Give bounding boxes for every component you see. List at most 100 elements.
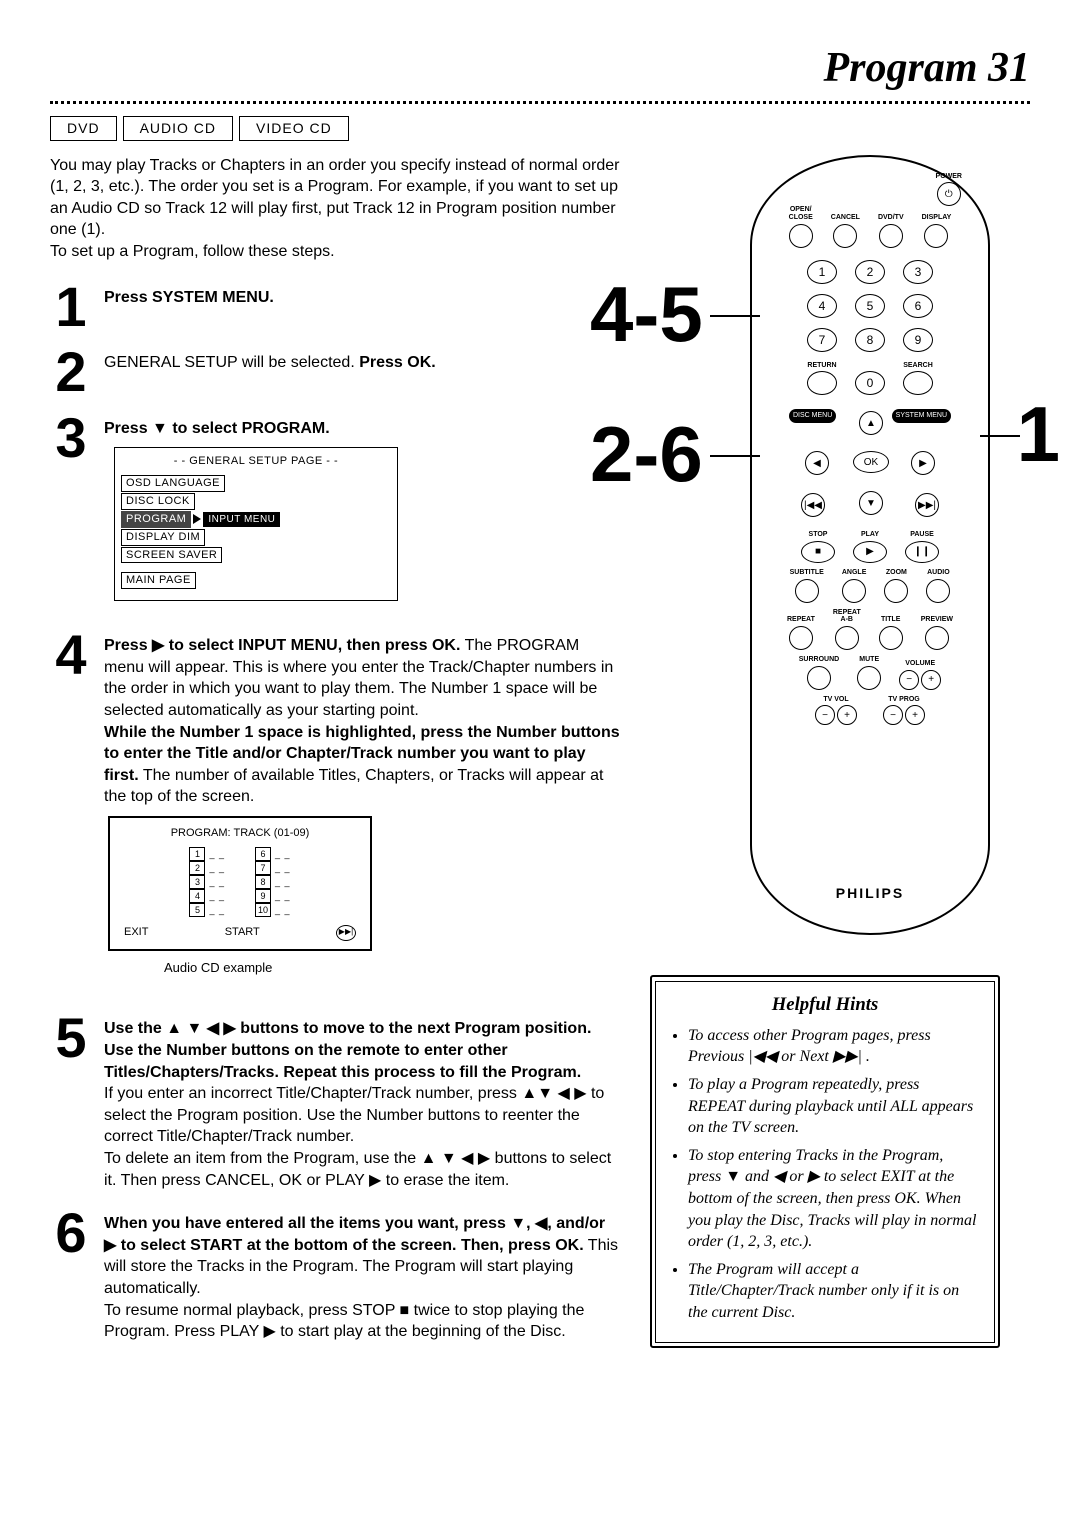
step-body: Press SYSTEM MENU. bbox=[104, 289, 274, 306]
mute-button bbox=[857, 666, 881, 690]
btn-label: VOLUME bbox=[905, 660, 935, 668]
btn-label: REPEAT A-B bbox=[833, 609, 861, 624]
left-arrow-icon: ◀ bbox=[805, 451, 829, 475]
slot-num: 9 bbox=[255, 889, 271, 903]
hints-title: Helpful Hints bbox=[670, 992, 980, 1017]
step-number: 2 bbox=[50, 348, 92, 396]
slot-num: 7 bbox=[255, 861, 271, 875]
osd-header: - - GENERAL SETUP PAGE - - bbox=[121, 454, 391, 469]
slot-num: 6 bbox=[255, 847, 271, 861]
repeat-button bbox=[789, 626, 813, 650]
return-button bbox=[807, 371, 837, 395]
osd-panel: - - GENERAL SETUP PAGE - - OSD LANGUAGE … bbox=[114, 447, 398, 601]
tvprog-label: TV PROG bbox=[888, 696, 920, 704]
disc-menu-label: DISC MENU bbox=[789, 409, 836, 422]
media-tags: DVD AUDIO CD VIDEO CD bbox=[50, 116, 1030, 141]
instructions-column: You may play Tracks or Chapters in an or… bbox=[50, 155, 620, 1361]
tvprog-down-button: − bbox=[883, 705, 903, 725]
hint-item: To play a Program repeatedly, press REPE… bbox=[688, 1074, 980, 1139]
num-button: 7 bbox=[807, 328, 837, 352]
slot-num: 8 bbox=[255, 875, 271, 889]
search-button bbox=[903, 371, 933, 395]
btn-label: TITLE bbox=[881, 616, 900, 624]
slot-num: 10 bbox=[255, 903, 271, 917]
btn-label: MUTE bbox=[859, 656, 879, 664]
btn-label: PREVIEW bbox=[921, 616, 953, 624]
osd-item: DISPLAY DIM bbox=[121, 529, 205, 546]
step-number: 3 bbox=[50, 414, 92, 462]
repeat-ab-button bbox=[835, 626, 859, 650]
surround-button bbox=[807, 666, 831, 690]
step-text: To resume normal playback, press STOP ■ … bbox=[104, 1302, 584, 1341]
num-button: 8 bbox=[855, 328, 885, 352]
osd-item: OSD LANGUAGE bbox=[121, 475, 225, 492]
vol-down-button: − bbox=[899, 670, 919, 690]
audio-button bbox=[926, 579, 950, 603]
btn-label: OPEN/ CLOSE bbox=[789, 206, 813, 221]
btn-label: CANCEL bbox=[831, 214, 860, 222]
num-button: 4 bbox=[807, 294, 837, 318]
step-text: GENERAL SETUP will be selected. bbox=[104, 354, 359, 371]
step-bold: Press ▶ to select INPUT MENU, then press… bbox=[104, 637, 460, 654]
slot-num: 5 bbox=[189, 903, 205, 917]
step-4: 4 Press ▶ to select INPUT MENU, then pre… bbox=[50, 631, 620, 996]
down-arrow-icon: ▼ bbox=[859, 491, 883, 515]
display-button bbox=[924, 224, 948, 248]
prev-icon: |◀◀ bbox=[801, 493, 825, 517]
dpad: DISC MENU SYSTEM MENU ▲ ◀ OK ▶ ▼ |◀◀ ▶▶| bbox=[795, 413, 945, 513]
pause-label: PAUSE bbox=[910, 531, 934, 539]
angle-button bbox=[842, 579, 866, 603]
play-label: PLAY bbox=[861, 531, 879, 539]
slot-num: 1 bbox=[189, 847, 205, 861]
zoom-button bbox=[884, 579, 908, 603]
brand-logo: PHILIPS bbox=[836, 884, 904, 903]
search-label: SEARCH bbox=[903, 362, 933, 370]
tvvol-up-button: + bbox=[837, 705, 857, 725]
btn-label: ZOOM bbox=[886, 569, 907, 577]
step-number: 5 bbox=[50, 1014, 92, 1062]
num-button: 0 bbox=[855, 371, 885, 395]
step-5: 5 Use the ▲ ▼ ◀ ▶ buttons to move to the… bbox=[50, 1014, 620, 1191]
open-close-button bbox=[789, 224, 813, 248]
btn-label: SURROUND bbox=[799, 656, 839, 664]
title-button bbox=[879, 626, 903, 650]
up-arrow-icon: ▲ bbox=[859, 411, 883, 435]
power-icon: ⏻ bbox=[937, 182, 961, 206]
step-number: 1 bbox=[50, 283, 92, 331]
hint-item: To stop entering Tracks in the Program, … bbox=[688, 1145, 980, 1253]
remote-column: 4-5 2-6 1 POWER ⏻ OPEN/ CLOSE CANCEL DVD… bbox=[650, 155, 1030, 1361]
program-start: START bbox=[225, 925, 260, 940]
step-6: 6 When you have entered all the items yo… bbox=[50, 1209, 620, 1343]
step-bold: Press ▼ to select PROGRAM. bbox=[104, 420, 330, 437]
callout-4-5: 4-5 bbox=[590, 275, 703, 353]
step-1: 1 Press SYSTEM MENU. bbox=[50, 283, 620, 331]
num-button: 3 bbox=[903, 260, 933, 284]
divider-dots bbox=[50, 101, 1030, 104]
ok-button: OK bbox=[853, 451, 889, 473]
system-menu-label: SYSTEM MENU bbox=[892, 409, 951, 422]
osd-submenu: INPUT MENU bbox=[203, 512, 280, 528]
btn-label: DVD/TV bbox=[878, 214, 904, 222]
osd-item: SCREEN SAVER bbox=[121, 547, 222, 564]
program-panel: PROGRAM: TRACK (01-09) 1_ _ 2_ _ 3_ _ 4_… bbox=[108, 816, 372, 951]
step-text: To delete an item from the Program, use … bbox=[104, 1150, 611, 1189]
btn-label: AUDIO bbox=[927, 569, 950, 577]
power-label: POWER bbox=[936, 173, 962, 181]
btn-label: SUBTITLE bbox=[790, 569, 824, 577]
osd-item: DISC LOCK bbox=[121, 493, 195, 510]
step-3: 3 Press ▼ to select PROGRAM. - - GENERAL… bbox=[50, 414, 620, 614]
hint-item: The Program will accept a Title/Chapter/… bbox=[688, 1259, 980, 1324]
pause-icon: ❙❙ bbox=[905, 541, 939, 563]
btn-label: REPEAT bbox=[787, 616, 815, 624]
play-icon: ▶ bbox=[853, 541, 887, 563]
dvd-tv-button bbox=[879, 224, 903, 248]
media-tag: VIDEO CD bbox=[239, 116, 349, 141]
next-icon: ▶▶| bbox=[915, 493, 939, 517]
num-button: 9 bbox=[903, 328, 933, 352]
num-button: 6 bbox=[903, 294, 933, 318]
step-text: If you enter an incorrect Title/Chapter/… bbox=[104, 1085, 604, 1145]
slot-num: 4 bbox=[189, 889, 205, 903]
osd-footer: MAIN PAGE bbox=[121, 572, 196, 589]
callout-1: 1 bbox=[1017, 395, 1060, 473]
tvprog-up-button: + bbox=[905, 705, 925, 725]
